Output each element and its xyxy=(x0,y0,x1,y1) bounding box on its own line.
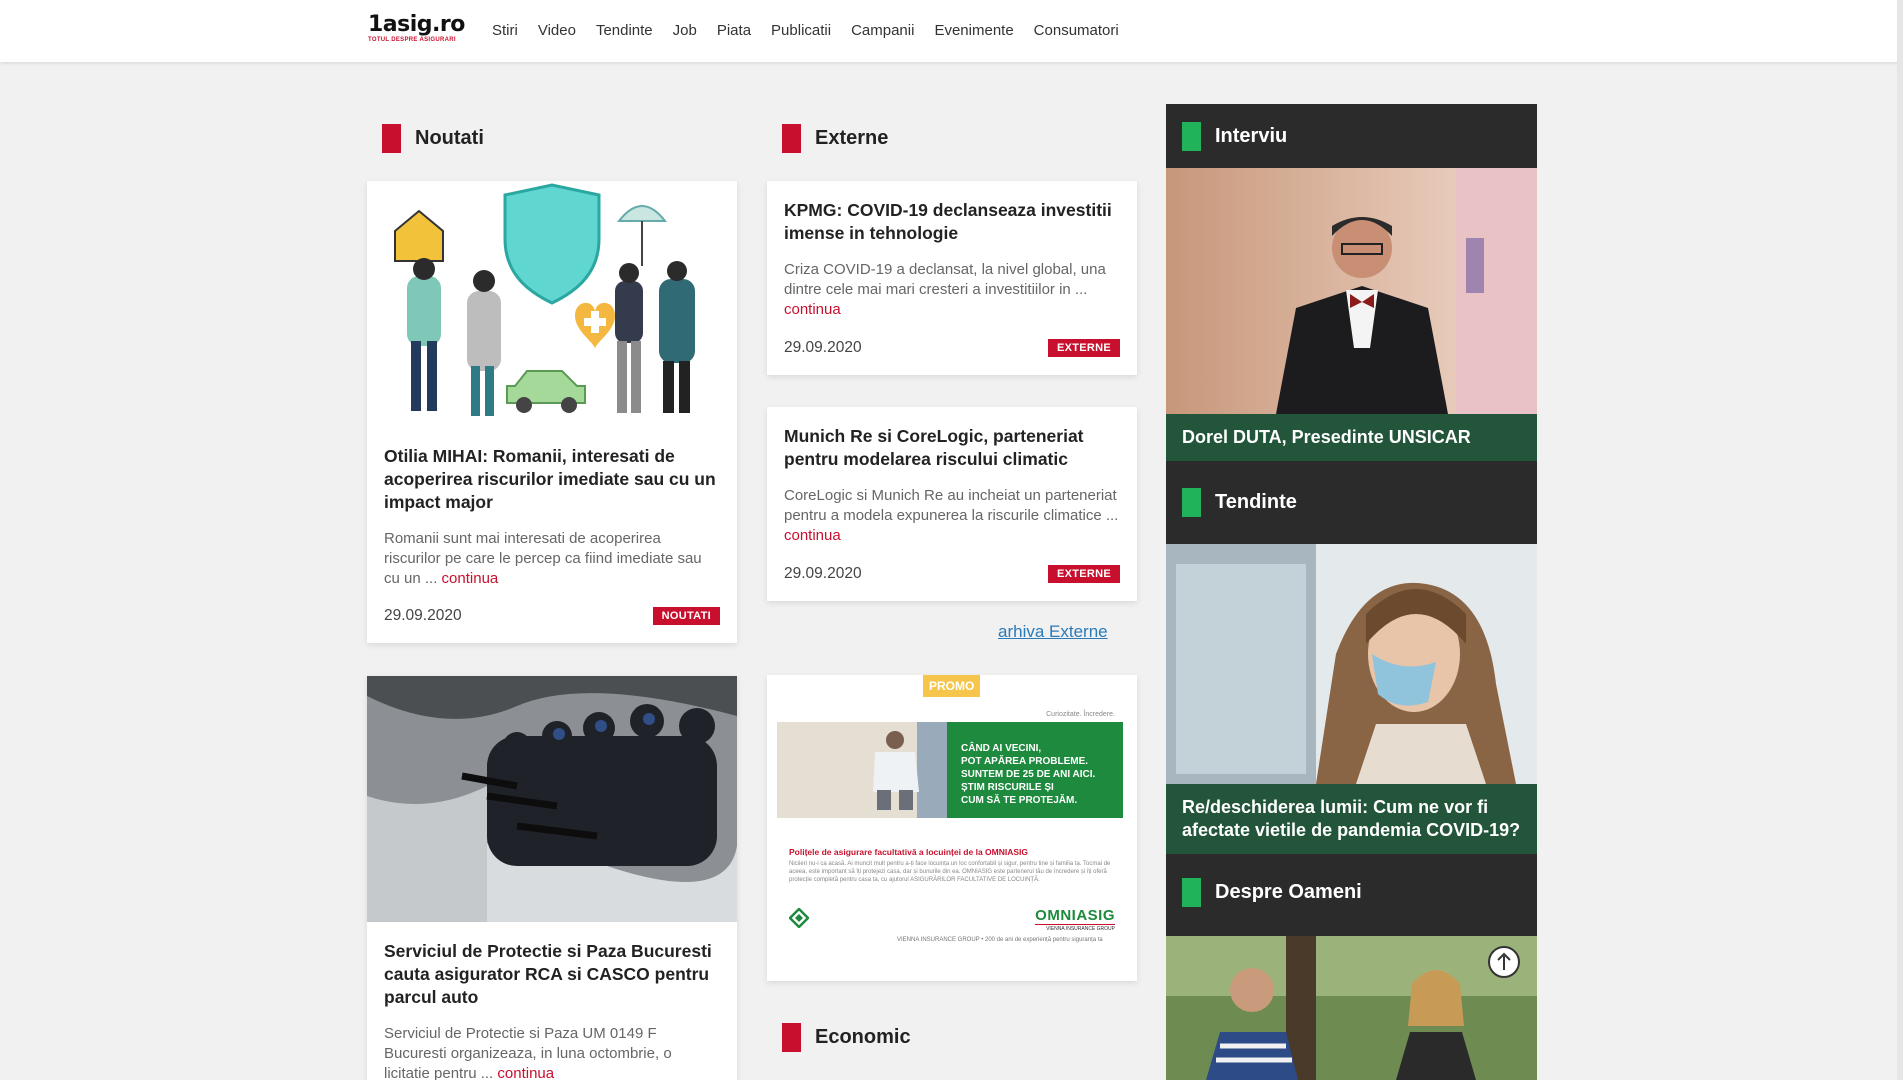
sidebar-heading-interviu: Interviu xyxy=(1166,104,1537,168)
article-title[interactable]: Otilia MIHAI: Romanii, interesati de aco… xyxy=(384,445,720,514)
excerpt-text: CoreLogic si Munich Re au incheiat un pa… xyxy=(784,487,1119,524)
nav-item-tendinte[interactable]: Tendinte xyxy=(596,21,653,41)
continue-link[interactable]: continua xyxy=(497,1065,554,1080)
promo-body: Niciieri nu-i ca acasă. Ai muncit mult p… xyxy=(789,861,1111,883)
page-scrollbar[interactable] xyxy=(1897,0,1903,1080)
promo-headline-line: ȘTIM RISCURILE ȘI xyxy=(961,782,1054,793)
card-meta: 29.09.2020 EXTERNE xyxy=(784,339,1120,357)
article-card[interactable]: Munich Re si CoreLogic, parteneriat pent… xyxy=(767,407,1137,601)
category-badge[interactable]: NOUTATI xyxy=(652,607,720,625)
promo-headline-line: POT APĂREA PROBLEME. xyxy=(961,756,1089,767)
promo-corner-text: Curiozitate. Încredere. xyxy=(1046,711,1115,718)
section-title: Noutati xyxy=(415,127,484,149)
article-card[interactable]: KPMG: COVID-19 declanseaza investitii im… xyxy=(767,181,1137,375)
article-title[interactable]: Serviciul de Protectie si Paza Bucuresti… xyxy=(384,940,720,1009)
sidebar-heading-despre-oameni: Despre Oameni xyxy=(1166,860,1537,924)
card-meta: 29.09.2020 EXTERNE xyxy=(784,565,1120,583)
promo-photo xyxy=(777,722,947,818)
excerpt-text: Criza COVID-19 a declansat, la nivel glo… xyxy=(784,261,1106,298)
nav-item-consumatori[interactable]: Consumatori xyxy=(1034,21,1119,41)
trends-photo[interactable] xyxy=(1166,544,1537,784)
heading-marker xyxy=(1182,121,1201,151)
promo-headline: CÂND AI VECINI, POT APĂREA PROBLEME. SUN… xyxy=(947,722,1123,818)
card-body: KPMG: COVID-19 declanseaza investitii im… xyxy=(767,181,1137,320)
logo-text: 1asig.ro xyxy=(368,12,465,37)
promo-banner[interactable]: PROMO Curiozitate. Încredere. CÂND AI VE… xyxy=(767,675,1137,981)
article-date: 29.09.2020 xyxy=(384,607,462,624)
card-body: Otilia MIHAI: Romanii, interesati de aco… xyxy=(367,427,737,589)
omniasig-emblem-icon xyxy=(788,907,810,929)
nav-item-evenimente[interactable]: Evenimente xyxy=(934,21,1013,41)
archive-externe-link[interactable]: arhiva Externe xyxy=(998,622,1108,642)
heading-marker xyxy=(782,1023,801,1052)
section-heading-externe: Externe xyxy=(782,124,888,153)
nav-item-stiri[interactable]: Stiri xyxy=(492,21,518,41)
brand-subtitle: VIENNA INSURANCE GROUP xyxy=(1035,924,1115,932)
site-logo[interactable]: 1asig.ro TOTUL DESPRE ASIGURARI xyxy=(368,14,466,48)
section-title: Externe xyxy=(815,127,889,149)
section-heading-noutati: Noutati xyxy=(382,124,484,153)
logo-tagline: TOTUL DESPRE ASIGURARI xyxy=(368,37,456,43)
article-title[interactable]: Munich Re si CoreLogic, parteneriat pent… xyxy=(784,425,1120,471)
sidebar-title: Interviu xyxy=(1215,124,1288,147)
promo-footer: VIENNA INSURANCE GROUP • 200 de ani de e… xyxy=(897,937,1103,943)
continue-link[interactable]: continua xyxy=(784,301,841,318)
article-card[interactable]: Serviciul de Protectie si Paza Bucuresti… xyxy=(367,676,737,1080)
promo-headline-line: SUNTEM DE 25 DE ANI AICI. xyxy=(961,769,1096,780)
sidebar-heading-tendinte: Tendinte xyxy=(1166,470,1537,534)
section-heading-economic: Economic xyxy=(782,1023,911,1052)
heading-marker xyxy=(382,124,401,153)
promo-headline-line: CUM SĂ TE PROTEJĂM. xyxy=(961,795,1078,806)
article-excerpt: CoreLogic si Munich Re au incheiat un pa… xyxy=(784,486,1120,546)
card-body: Serviciul de Protectie si Paza Bucuresti… xyxy=(367,922,737,1080)
interview-caption[interactable]: Dorel DUTA, Presedinte UNSICAR xyxy=(1166,414,1537,461)
main-nav: Stiri Video Tendinte Job Piata Publicati… xyxy=(492,21,1139,41)
sidebar-title: Despre Oameni xyxy=(1215,880,1362,903)
continue-link[interactable]: continua xyxy=(784,527,841,544)
nav-item-job[interactable]: Job xyxy=(673,21,697,41)
article-image-insurance-illustration xyxy=(367,181,737,427)
promo-badge: PROMO xyxy=(923,675,981,697)
nav-item-video[interactable]: Video xyxy=(538,21,576,41)
article-card[interactable]: Otilia MIHAI: Romanii, interesati de aco… xyxy=(367,181,737,643)
excerpt-text: Romanii sunt mai interesati de acoperire… xyxy=(384,530,702,587)
nav-item-piata[interactable]: Piata xyxy=(717,21,751,41)
nav-item-campanii[interactable]: Campanii xyxy=(851,21,914,41)
promo-brand: OMNIASIG VIENNA INSURANCE GROUP xyxy=(1035,907,1115,932)
card-body: Munich Re si CoreLogic, parteneriat pent… xyxy=(767,407,1137,546)
people-photo[interactable] xyxy=(1166,936,1537,1080)
article-excerpt: Serviciul de Protectie si Paza UM 0149 F… xyxy=(384,1024,720,1080)
heading-marker xyxy=(782,124,801,153)
category-badge[interactable]: EXTERNE xyxy=(1047,339,1120,357)
brand-name: OMNIASIG xyxy=(1035,907,1115,924)
section-title: Economic xyxy=(815,1026,911,1048)
nav-item-publicatii[interactable]: Publicatii xyxy=(771,21,831,41)
promo-subhead: Polițele de asigurare facultativă a locu… xyxy=(789,847,1029,857)
continue-link[interactable]: continua xyxy=(442,570,499,587)
promo-headline-line: CÂND AI VECINI, xyxy=(961,743,1042,754)
article-excerpt: Criza COVID-19 a declansat, la nivel glo… xyxy=(784,260,1120,320)
trends-caption[interactable]: Re/deschiderea lumii: Cum ne vor fi afec… xyxy=(1166,784,1537,854)
card-meta: 29.09.2020 NOUTATI xyxy=(384,607,720,625)
article-date: 29.09.2020 xyxy=(784,339,862,356)
article-excerpt: Romanii sunt mai interesati de acoperire… xyxy=(384,529,720,589)
interview-photo[interactable] xyxy=(1166,168,1537,414)
heading-marker xyxy=(1182,487,1201,517)
article-title[interactable]: KPMG: COVID-19 declanseaza investitii im… xyxy=(784,199,1120,245)
top-navigation-bar: 1asig.ro TOTUL DESPRE ASIGURARI Stiri Vi… xyxy=(0,0,1903,62)
category-badge[interactable]: EXTERNE xyxy=(1047,565,1120,583)
article-image-shooting-range xyxy=(367,676,737,922)
heading-marker xyxy=(1182,877,1201,907)
sidebar: Interviu Dorel DUTA, Presedinte UNSICAR … xyxy=(1166,104,1537,1080)
sidebar-title: Tendinte xyxy=(1215,490,1297,513)
article-date: 29.09.2020 xyxy=(784,565,862,582)
